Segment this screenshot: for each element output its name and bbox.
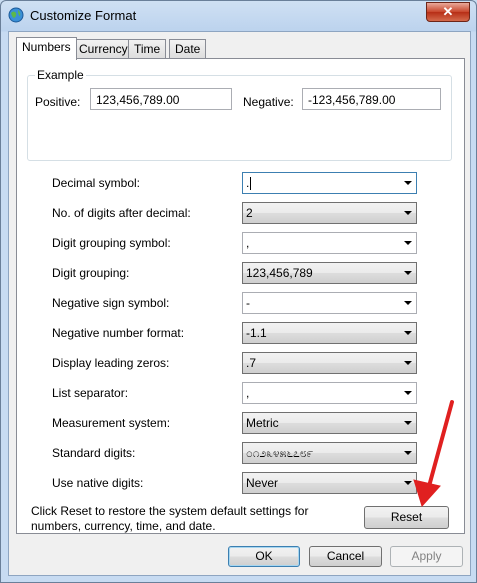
digit-grouping-symbol-value: , [246,236,250,250]
chevron-down-icon [404,211,412,215]
standard-digits-label: Standard digits: [52,446,136,460]
customize-format-window: Customize Format ✕ Numbers Currency Time… [0,0,477,583]
display-leading-zeros-combo[interactable]: .7 [242,352,417,374]
digit-grouping-symbol-combo[interactable]: , [242,232,417,254]
standard-digits-combo[interactable]: ೦೧೨೩೪೫೬೭೮೯ [242,442,417,464]
use-native-digits-combo[interactable]: Never [242,472,417,494]
decimal-symbol-value: . [246,176,250,190]
example-group: Example Positive: 123,456,789.00 Negativ… [27,68,452,161]
close-button[interactable]: ✕ [426,2,470,22]
negative-sign-symbol-combo[interactable]: - [242,292,417,314]
ok-button[interactable]: OK [228,546,300,567]
reset-button[interactable]: Reset [364,506,449,529]
digit-grouping-label: Digit grouping: [52,266,130,280]
chevron-down-icon [404,181,412,185]
display-leading-zeros-value: .7 [246,356,257,370]
measurement-system-value: Metric [246,416,279,430]
digit-grouping-value: 123,456,789 [246,266,313,280]
dialog-body: Numbers Currency Time Date Example Posit… [8,31,471,576]
decimal-symbol-label: Decimal symbol: [52,176,141,190]
use-native-digits-value: Never [246,476,279,490]
standard-digits-value: ೦೧೨೩೪೫೬೭೮೯ [246,446,314,460]
chevron-down-icon [404,241,412,245]
title-bar[interactable]: Customize Format ✕ [1,1,476,31]
chevron-down-icon [404,451,412,455]
close-icon: ✕ [442,4,454,19]
list-separator-label: List separator: [52,386,129,400]
chevron-down-icon [404,391,412,395]
positive-example-field[interactable]: 123,456,789.00 [90,88,232,110]
tab-numbers[interactable]: Numbers [16,37,77,60]
chevron-down-icon [404,361,412,365]
negative-number-format-label: Negative number format: [52,326,185,340]
digits-after-decimal-value: 2 [246,206,253,220]
negative-number-format-combo[interactable]: -1.1 [242,322,417,344]
tab-time[interactable]: Time [128,39,167,59]
digits-after-decimal-label: No. of digits after decimal: [52,206,191,220]
measurement-system-label: Measurement system: [52,416,171,430]
digits-after-decimal-combo[interactable]: 2 [242,202,417,224]
window-title: Customize Format [30,8,137,23]
globe-icon [8,7,24,23]
chevron-down-icon [404,421,412,425]
negative-sign-symbol-value: - [246,296,250,310]
chevron-down-icon [404,301,412,305]
cancel-button[interactable]: Cancel [309,546,382,567]
display-leading-zeros-label: Display leading zeros: [52,356,170,370]
negative-example-field[interactable]: -123,456,789.00 [302,88,441,110]
chevron-down-icon [404,481,412,485]
tab-date[interactable]: Date [169,39,207,59]
negative-label: Negative: [243,95,294,109]
chevron-down-icon [404,331,412,335]
example-legend: Example [35,68,86,82]
list-separator-combo[interactable]: , [242,382,417,404]
use-native-digits-label: Use native digits: [52,476,144,490]
digit-grouping-combo[interactable]: 123,456,789 [242,262,417,284]
negative-number-format-value: -1.1 [246,326,267,340]
positive-label: Positive: [35,95,81,109]
reset-info-text: Click Reset to restore the system defaul… [31,504,309,533]
decimal-symbol-combo[interactable]: . [242,172,417,194]
chevron-down-icon [404,271,412,275]
measurement-system-combo[interactable]: Metric [242,412,417,434]
tab-currency[interactable]: Currency [73,39,134,59]
list-separator-value: , [246,386,250,400]
digit-grouping-symbol-label: Digit grouping symbol: [52,236,171,250]
numbers-tab-panel: Example Positive: 123,456,789.00 Negativ… [16,58,465,534]
negative-sign-symbol-label: Negative sign symbol: [52,296,170,310]
apply-button[interactable]: Apply [390,546,463,567]
